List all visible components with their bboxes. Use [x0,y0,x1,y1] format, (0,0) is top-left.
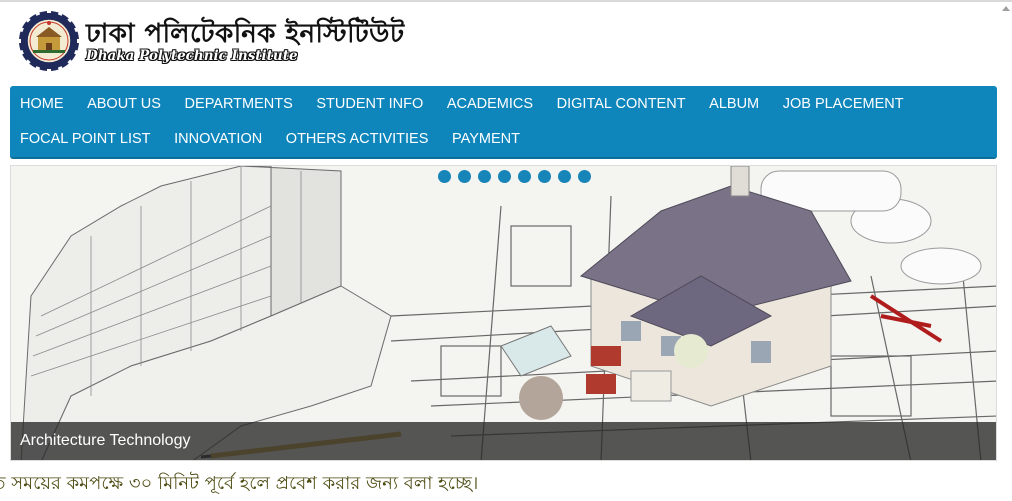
slider-dot-5[interactable] [518,170,531,183]
slide-caption: Architecture Technology [11,422,996,460]
slider-dot-4[interactable] [498,170,511,183]
nav-job-placement[interactable]: JOB PLACEMENT [771,87,915,122]
nav-others-activities[interactable]: OTHERS ACTIVITIES [274,122,440,157]
nav-album[interactable]: ALBUM [697,87,771,122]
slider-dot-1[interactable] [438,170,451,183]
nav-digital-content[interactable]: DIGITAL CONTENT [545,87,698,122]
site-header[interactable]: ঢাকা পলিটেকনিক ইনস্টিটিউট Dhaka Polytech… [16,8,404,74]
slider-dot-3[interactable] [478,170,491,183]
slide-image-architecture [11,166,996,460]
main-navigation: HOME ABOUT US DEPARTMENTS STUDENT INFO A… [10,86,997,159]
slider-dot-2[interactable] [458,170,471,183]
nav-departments[interactable]: DEPARTMENTS [173,87,305,122]
nav-payment[interactable]: PAYMENT [440,122,532,157]
site-title-english[interactable]: Dhaka Polytechnic Institute [86,48,298,64]
nav-home[interactable]: HOME [10,87,75,122]
nav-row-2: FOCAL POINT LIST INNOVATION OTHERS ACTIV… [10,122,532,157]
institute-emblem-icon[interactable] [16,8,82,74]
nav-about-us[interactable]: ABOUT US [75,87,172,122]
nav-academics[interactable]: ACADEMICS [435,87,545,122]
nav-student-info[interactable]: STUDENT INFO [305,87,435,122]
nav-innovation[interactable]: INNOVATION [162,122,274,157]
notice-marquee[interactable]: ত সময়ের কমপক্ষে ৩০ মিনিট পূর্বে হলে প্র… [0,470,1000,498]
slider-dot-7[interactable] [558,170,571,183]
slider-dot-8[interactable] [578,170,591,183]
nav-row-1: HOME ABOUT US DEPARTMENTS STUDENT INFO A… [10,87,915,122]
slider-dot-6[interactable] [538,170,551,183]
vertical-scrollbar[interactable] [1000,2,1012,501]
nav-focal-point-list[interactable]: FOCAL POINT LIST [10,122,162,157]
slider-pagination [438,170,591,183]
notice-marquee-text[interactable]: ত সময়ের কমপক্ষে ৩০ মিনিট পূর্বে হলে প্র… [0,470,478,498]
window-top-border [0,0,1012,2]
image-slider[interactable]: Architecture Technology [10,165,997,461]
scroll-up-icon[interactable] [1002,6,1010,11]
